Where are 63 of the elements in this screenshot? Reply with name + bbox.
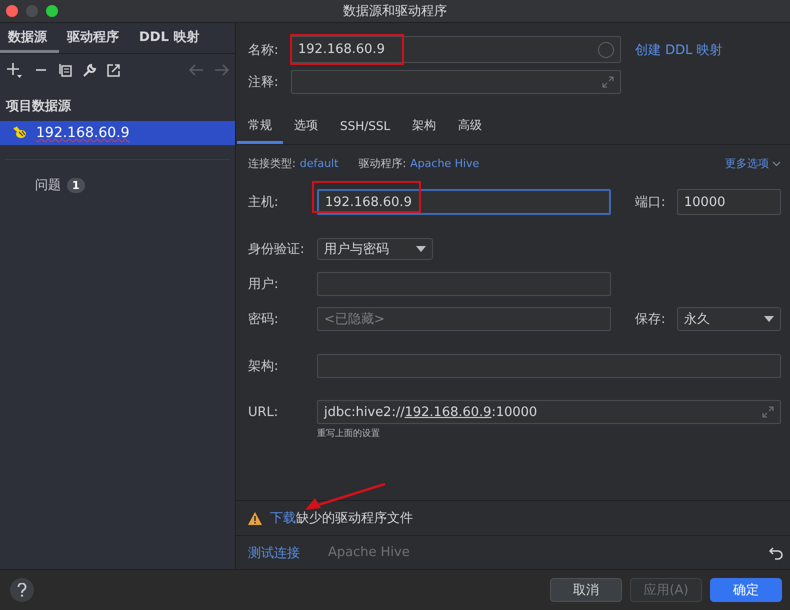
data-source-item[interactable]: 192.168.60.9 [0, 121, 235, 145]
chevron-down-icon [772, 160, 781, 166]
url-field[interactable]: jdbc:hive2://192.168.60.9:10000 [317, 400, 781, 424]
dropdown-arrow-icon [416, 246, 426, 252]
driver-name: Apache Hive [328, 545, 410, 560]
connection-type-link[interactable]: default [300, 157, 338, 170]
user-field[interactable] [317, 272, 611, 296]
wrench-icon[interactable] [82, 62, 97, 78]
field-label: URL: [248, 404, 280, 420]
sidebar-tab[interactable]: 数据源 [0, 23, 59, 53]
field-label: 保存: [635, 311, 666, 328]
window-title: 数据源和驱动程序 [343, 3, 447, 20]
undo-icon[interactable] [769, 546, 783, 560]
more-options-link[interactable]: 更多选项 [725, 156, 781, 171]
settings-tab[interactable]: 架构 [401, 113, 448, 144]
zoom-icon[interactable] [46, 5, 58, 17]
bee-icon [12, 125, 28, 141]
settings-tab[interactable]: 高级 [447, 113, 494, 144]
field-label: 名称: [248, 42, 280, 58]
field-label: 注释: [248, 74, 280, 91]
dialog-button[interactable]: 确定 [710, 578, 782, 602]
help-button[interactable] [10, 578, 34, 602]
add-icon[interactable] [6, 61, 24, 79]
copy-icon[interactable] [58, 63, 72, 77]
warning-message: 下载缺少的驱动程序文件 [270, 510, 413, 527]
auth-dropdown[interactable]: 用户与密码 [317, 238, 433, 260]
expand-icon[interactable] [762, 406, 774, 418]
field-label: 主机: [248, 194, 280, 211]
url-hint: 重写上面的设置 [316, 428, 381, 440]
sidebar-tab[interactable]: 驱动程序 [59, 23, 131, 53]
comment-field[interactable] [291, 70, 621, 94]
dialog-button[interactable]: 取消 [550, 578, 622, 602]
settings-tab[interactable]: 常规 [237, 113, 283, 144]
problems-label: 问题 [35, 177, 61, 194]
field-label: 用户: [248, 276, 280, 293]
settings-tab[interactable]: 选项 [283, 113, 329, 144]
schema-field[interactable] [317, 354, 781, 378]
field-label: 端口: [635, 194, 666, 211]
connection-type-label: 连接类型: [248, 156, 296, 171]
warning-icon [248, 512, 262, 524]
field-label: 密码: [248, 311, 280, 328]
export-icon[interactable] [107, 63, 121, 77]
name-field[interactable]: 192.168.60.9 [291, 36, 621, 63]
field-label: 架构: [248, 358, 280, 375]
download-link[interactable]: 下载 [270, 511, 296, 526]
circle-icon [598, 42, 614, 58]
port-field[interactable]: 10000 [677, 189, 781, 215]
section-title: 项目数据源 [4, 98, 72, 116]
expand-icon[interactable] [602, 76, 614, 88]
dropdown-arrow-icon [764, 316, 774, 322]
settings-tab[interactable]: SSH/SSL [329, 113, 402, 144]
save-dropdown[interactable]: 永久 [677, 307, 781, 331]
sidebar-tab[interactable]: DDL 映射 [131, 23, 212, 53]
problem-count: 1 [67, 178, 85, 192]
test-connection-link[interactable]: 测试连接 [248, 544, 300, 562]
field-label: 身份验证: [248, 241, 306, 258]
question-mark-icon [17, 583, 27, 597]
close-icon[interactable] [6, 5, 18, 17]
driver-link[interactable]: Apache Hive [410, 157, 480, 170]
host-field[interactable]: 192.168.60.9 [317, 189, 611, 215]
driver-label: 驱动程序: [358, 156, 406, 171]
create-ddl-link[interactable]: 创建 DDL 映射 [635, 40, 723, 58]
password-field[interactable]: <已隐藏> [317, 307, 611, 331]
